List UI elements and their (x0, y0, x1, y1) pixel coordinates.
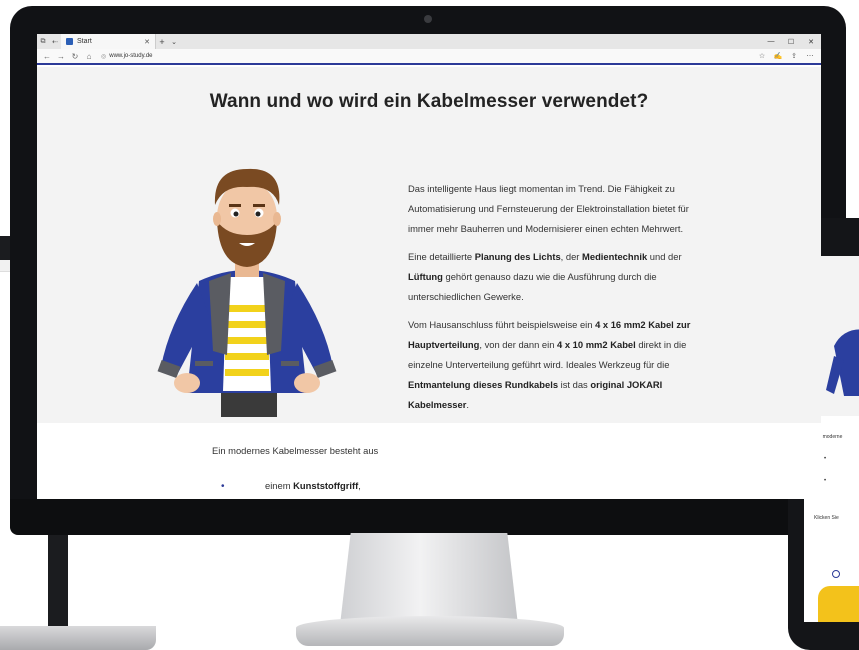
paragraph-planning: Eine detaillierte Planung des Lichts, de… (408, 247, 698, 307)
components-intro: Ein modernes Kabelmesser besteht aus (212, 445, 379, 456)
bold-text: Kunststoffgriff (293, 480, 359, 491)
url-text: www.jo-study.de (109, 53, 153, 59)
close-window-button[interactable]: ✕ (801, 38, 821, 46)
text-span: ist das (558, 379, 591, 390)
laptop-base (0, 626, 156, 650)
back-arrow-icon[interactable]: ← (41, 52, 53, 61)
forward-arrow-icon[interactable]: → (55, 52, 67, 61)
monitor-screen: ⧉ ⇠ Start ✕ + ⌄ — ☐ ✕ ← → ↻ ⌂ ◎ www.jo-s… (37, 34, 821, 499)
text-span: Eine detaillierte (408, 251, 475, 262)
tablet-bullet: • (824, 478, 827, 484)
bold-text: Medientechnik (582, 251, 648, 262)
lock-icon: ◎ (101, 53, 107, 60)
character-illustration (147, 155, 347, 425)
bold-text: Planung des Lichts (474, 251, 561, 262)
cable-knife-image (818, 586, 859, 622)
text-span: und der (647, 251, 682, 262)
tab-actions-icon[interactable]: ⧉ (37, 34, 49, 49)
more-menu-icon[interactable]: ⋯ (803, 52, 817, 60)
minimize-button[interactable]: — (761, 38, 781, 46)
text-span: , von der dann ein (479, 339, 558, 350)
tab-back-icon[interactable]: ⇠ (49, 34, 61, 49)
home-icon[interactable]: ⌂ (83, 52, 95, 61)
url-field[interactable]: ◎ www.jo-study.de (97, 51, 753, 62)
hero-section: Wann und wo wird ein Kabelmesser verwend… (37, 67, 821, 423)
refresh-icon[interactable]: ↻ (69, 52, 81, 61)
reading-list-icon[interactable]: ✍ (771, 52, 785, 60)
tablet-text-click: Klicken Sie (814, 515, 839, 521)
text-span: . (466, 399, 469, 410)
hotspot-icon[interactable] (832, 570, 840, 578)
monitor-stand-base (296, 616, 564, 646)
webcam-icon (424, 15, 432, 23)
components-section: Ein modernes Kabelmesser besteht aus • e… (37, 423, 821, 499)
paragraph-smart-home: Das intelligente Haus liegt momentan im … (408, 183, 689, 234)
monitor-chin (10, 499, 846, 535)
tablet-bullet: • (824, 456, 827, 462)
text-span: einem (265, 480, 294, 491)
address-bar: ← → ↻ ⌂ ◎ www.jo-study.de ☆ ✍ ⇪ ⋯ (37, 49, 821, 65)
tab-title: Start (77, 38, 92, 45)
paragraph-cables: Vom Hausanschluss führt beispielsweise e… (408, 315, 698, 415)
favicon-icon (66, 38, 73, 45)
text-span: , (358, 480, 361, 491)
web-page: Wann und wo wird ein Kabelmesser verwend… (37, 67, 821, 499)
maximize-button[interactable]: ☐ (781, 38, 801, 46)
page-title: Wann und wo wird ein Kabelmesser verwend… (209, 91, 649, 112)
intro-text: Das intelligente Haus liegt momentan im … (408, 179, 698, 423)
list-item: einem Kunststoffgriff, (265, 480, 361, 491)
monitor-stand (340, 533, 518, 625)
text-span: Vom Hausanschluss führt beispielsweise e… (408, 319, 596, 330)
window-controls: — ☐ ✕ (761, 38, 821, 46)
bold-text: 4 x 10 mm2 Kabel (557, 339, 636, 350)
text-span: , der (560, 251, 583, 262)
browser-tab[interactable]: Start ✕ (61, 34, 156, 49)
text-span: gehört genauso dazu wie die Ausführung d… (408, 271, 657, 302)
close-tab-icon[interactable]: ✕ (144, 38, 150, 46)
bold-text: Entmantelung dieses Rundkabels (408, 379, 559, 390)
bold-text: Lüftung (408, 271, 443, 282)
new-tab-button[interactable]: + (156, 37, 168, 47)
browser-tab-bar: ⧉ ⇠ Start ✕ + ⌄ — ☐ ✕ (37, 34, 821, 49)
chevron-down-icon[interactable]: ⌄ (168, 38, 180, 46)
share-icon[interactable]: ⇪ (787, 52, 801, 60)
list-bullet: • (221, 481, 225, 492)
favorites-star-icon[interactable]: ☆ (755, 52, 769, 60)
